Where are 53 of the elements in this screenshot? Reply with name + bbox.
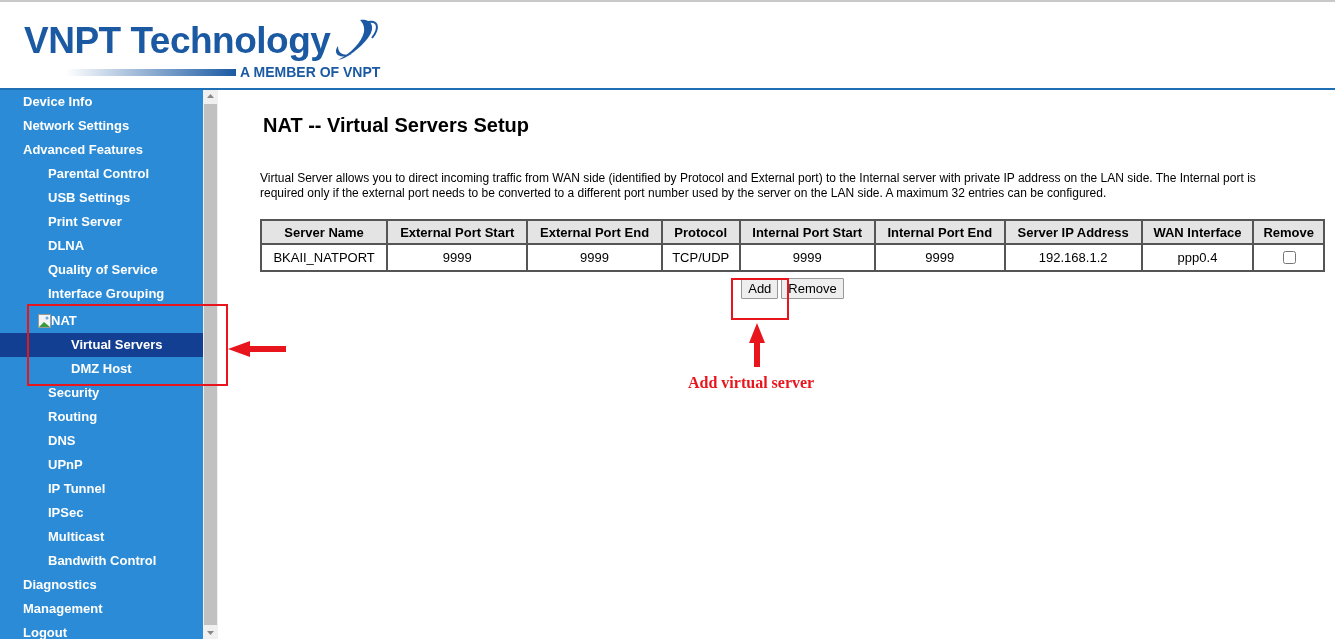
sidebar-item[interactable]: Logout <box>0 621 203 639</box>
description-text: Virtual Server allows you to direct incoming traffic from WAN side (identified by Protocol and External port) to the Internal server with private IP address on the LAN side. The Internal port is required only if the external port needs to be converted to a different port number used by the server on the LAN side. A maximum 32 entries can be configured. <box>260 171 1257 201</box>
sidebar-item[interactable]: DMZ Host <box>0 357 203 381</box>
annotation-text: Add virtual server <box>688 374 815 392</box>
scrollbar[interactable] <box>203 90 218 639</box>
table-cell: 9999 <box>739 244 875 271</box>
table-cell: 9999 <box>527 244 662 271</box>
column-header: Server IP Address <box>1004 220 1142 244</box>
sidebar-item[interactable]: Multicast <box>0 525 203 549</box>
sidebar-item[interactable]: IP Tunnel <box>0 477 203 501</box>
sidebar-item[interactable]: Security <box>0 381 203 405</box>
sidebar-item[interactable]: USB Settings <box>0 186 203 210</box>
sidebar-item[interactable]: Diagnostics <box>0 573 203 597</box>
column-header: Remove <box>1253 220 1324 244</box>
highlight-frame <box>731 278 789 320</box>
sidebar-item[interactable]: DLNA <box>0 234 203 258</box>
scrollbar-thumb[interactable] <box>204 104 217 625</box>
column-header: External Port End <box>527 220 662 244</box>
sidebar-item[interactable]: Bandwith Control <box>0 549 203 573</box>
column-header: Internal Port Start <box>739 220 875 244</box>
sidebar-item[interactable]: IPSec <box>0 501 203 525</box>
table-cell: TCP/UDP <box>661 244 740 271</box>
sidebar-item[interactable]: Management <box>0 597 203 621</box>
table-cell: 192.168.1.2 <box>1004 244 1142 271</box>
sidebar-item[interactable]: Advanced Features <box>0 138 203 162</box>
sidebar-item[interactable]: Virtual Servers <box>0 333 203 357</box>
table-cell: 9999 <box>874 244 1005 271</box>
column-header: External Port Start <box>387 220 528 244</box>
column-header: Server Name <box>261 220 388 244</box>
sidebar-item[interactable]: DNS <box>0 429 203 453</box>
table-cell: 9999 <box>387 244 528 271</box>
add-button[interactable]: Add <box>741 278 779 299</box>
sidebar-item[interactable]: UPnP <box>0 453 203 477</box>
sidebar-item[interactable]: Quality of Service <box>0 258 203 282</box>
page-title: NAT -- Virtual Servers Setup <box>263 114 530 137</box>
sidebar-item[interactable]: Device Info <box>0 90 203 114</box>
up-arrow-icon <box>748 323 766 367</box>
left-arrow-icon <box>228 340 286 358</box>
sidebar-item[interactable]: Interface Grouping <box>0 282 203 306</box>
column-header: Protocol <box>661 220 740 244</box>
tagline: A MEMBER OF VNPT <box>240 64 381 80</box>
sidebar-item[interactable]: Print Server <box>0 210 203 234</box>
column-header: WAN Interface <box>1141 220 1254 244</box>
sidebar-item[interactable]: Parental Control <box>0 162 203 186</box>
brand-logo-text: VNPT Technology <box>24 19 331 63</box>
sidebar-item[interactable]: NAT <box>0 306 203 333</box>
table-cell: ppp0.4 <box>1141 244 1254 271</box>
remove-checkbox[interactable] <box>1282 251 1296 264</box>
sidebar-item[interactable]: Network Settings <box>0 114 203 138</box>
table-cell: BKAII_NATPORT <box>261 244 388 271</box>
remove-button[interactable]: Remove <box>781 278 844 299</box>
sidebar-item[interactable]: Routing <box>0 405 203 429</box>
column-header: Internal Port End <box>874 220 1005 244</box>
